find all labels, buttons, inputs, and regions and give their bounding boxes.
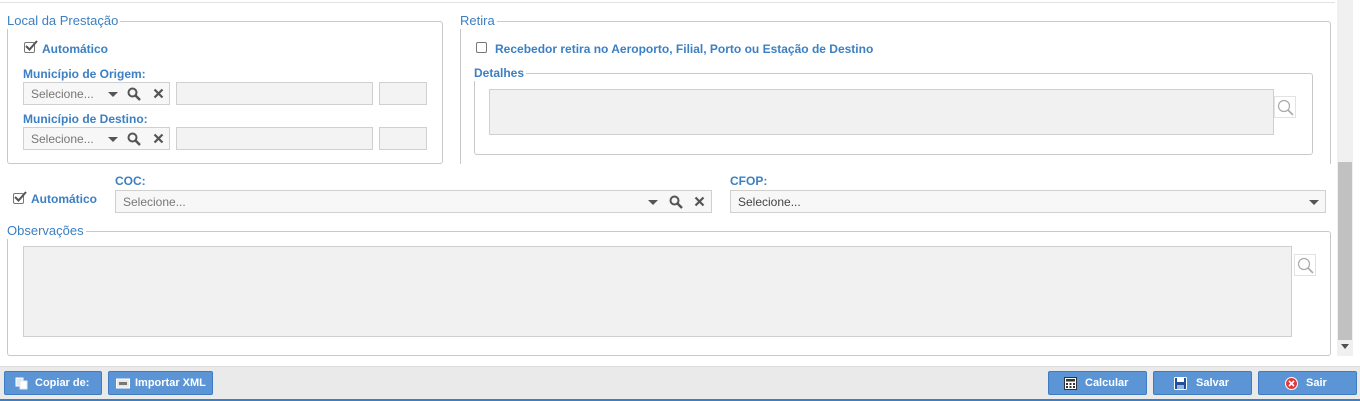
coc-select[interactable]: Selecione... xyxy=(115,190,712,213)
scroll-down-arrow-icon[interactable] xyxy=(1341,344,1349,349)
detalhes-expand-button[interactable] xyxy=(1274,96,1296,118)
detalhes-group: Detalhes xyxy=(474,65,1313,155)
destino-select[interactable]: Selecione... xyxy=(23,127,170,150)
copiar-button[interactable]: Copiar de: xyxy=(4,371,102,395)
sair-label: Sair xyxy=(1306,377,1327,389)
calcular-button[interactable]: Calcular xyxy=(1048,371,1147,395)
retira-checkbox-label: Recebedor retira no Aeroporto, Filial, P… xyxy=(495,42,874,56)
scrollbar-thumb[interactable] xyxy=(1338,162,1352,340)
magnifier-icon xyxy=(1297,257,1314,274)
destino-uf-field[interactable] xyxy=(379,127,427,150)
copiar-label: Copiar de: xyxy=(35,377,90,389)
coc-placeholder: Selecione... xyxy=(123,195,186,209)
fiscal-auto-label: Automático xyxy=(31,192,97,206)
salvar-button[interactable]: Salvar xyxy=(1153,371,1252,395)
salvar-label: Salvar xyxy=(1196,377,1230,389)
coc-label: COC: xyxy=(115,174,146,188)
magnifier-icon xyxy=(1277,99,1294,116)
destino-placeholder: Selecione... xyxy=(31,132,94,146)
copy-icon xyxy=(15,377,28,390)
import-icon xyxy=(116,378,130,389)
check-icon xyxy=(14,191,27,202)
observacoes-expand-button[interactable] xyxy=(1294,254,1316,276)
sair-button[interactable]: Sair xyxy=(1258,371,1357,395)
detalhes-textarea[interactable] xyxy=(489,89,1274,135)
observacoes-group: Observações xyxy=(7,223,1331,356)
search-icon[interactable] xyxy=(127,87,141,101)
origem-placeholder: Selecione... xyxy=(31,87,94,101)
origem-select[interactable]: Selecione... xyxy=(23,82,170,105)
cfop-label: CFOP: xyxy=(730,174,768,188)
fiscal-auto-checkbox[interactable] xyxy=(13,191,27,204)
chevron-down-icon[interactable] xyxy=(108,92,118,97)
cfop-select[interactable]: Selecione... xyxy=(730,190,1326,213)
chevron-down-icon[interactable] xyxy=(1309,200,1319,205)
local-prestacao-legend: Local da Prestação xyxy=(7,13,121,29)
retira-checkbox[interactable] xyxy=(476,42,487,53)
destino-label: Município de Destino: xyxy=(23,112,148,126)
observacoes-legend: Observações xyxy=(7,223,86,239)
exit-icon xyxy=(1285,377,1298,390)
destino-name-field[interactable] xyxy=(176,127,373,150)
observacoes-textarea[interactable] xyxy=(23,246,1292,337)
clear-icon[interactable] xyxy=(153,133,164,144)
save-icon xyxy=(1174,377,1187,390)
origem-uf-field[interactable] xyxy=(379,82,427,105)
local-auto-label: Automático xyxy=(42,42,108,56)
check-icon xyxy=(25,40,38,51)
retira-legend: Retira xyxy=(460,13,497,29)
local-auto-checkbox[interactable] xyxy=(24,40,38,53)
cfop-placeholder: Selecione... xyxy=(738,195,801,209)
chevron-down-icon[interactable] xyxy=(108,137,118,142)
origem-label: Município de Origem: xyxy=(23,67,146,81)
calcular-label: Calcular xyxy=(1085,377,1129,389)
calculator-icon xyxy=(1064,377,1077,390)
origem-name-field[interactable] xyxy=(176,82,373,105)
importar-xml-label: Importar XML xyxy=(135,377,206,389)
search-icon[interactable] xyxy=(127,132,141,146)
search-icon[interactable] xyxy=(669,195,683,209)
clear-icon[interactable] xyxy=(153,88,164,99)
retira-group: Retira Recebedor retira no Aeroporto, Fi… xyxy=(460,13,1331,164)
chevron-down-icon[interactable] xyxy=(648,200,658,205)
local-prestacao-group: Local da Prestação Automático Município … xyxy=(7,13,443,164)
top-divider xyxy=(0,0,1335,3)
detalhes-legend: Detalhes xyxy=(474,65,527,81)
importar-xml-button[interactable]: Importar XML xyxy=(108,371,213,395)
clear-icon[interactable] xyxy=(694,196,705,207)
